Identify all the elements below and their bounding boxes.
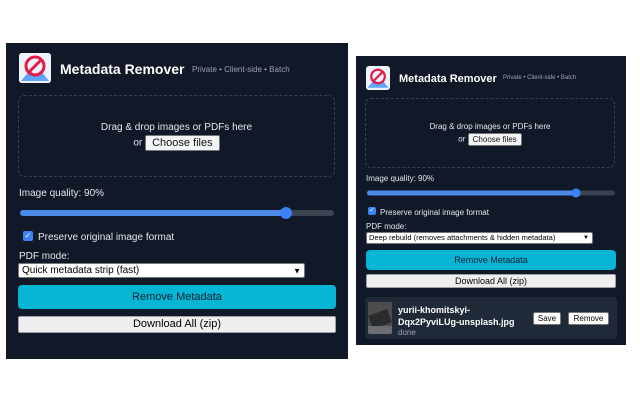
file-thumbnail bbox=[368, 302, 392, 334]
right-panel: Metadata Remover Private • Client-side •… bbox=[356, 56, 626, 345]
slider-thumb[interactable] bbox=[280, 207, 292, 219]
download-all-button[interactable]: Download All (zip) bbox=[366, 274, 616, 288]
file-name-line2: Dqx2PyviLUg-unsplash.jpg bbox=[398, 317, 515, 327]
preserve-format-checkbox[interactable]: ✓ bbox=[368, 207, 376, 215]
pdf-mode-selected: Deep rebuild (removes attachments & hidd… bbox=[369, 233, 556, 242]
drop-zone-text: Drag & drop images or PDFs here bbox=[100, 122, 253, 133]
pdf-mode-select[interactable]: Deep rebuild (removes attachments & hidd… bbox=[366, 232, 593, 244]
drop-zone[interactable]: Drag & drop images or PDFs here or Choos… bbox=[18, 95, 335, 177]
chevron-down-icon: ▼ bbox=[583, 235, 589, 241]
preserve-format-label: Preserve original image format bbox=[38, 232, 175, 243]
remove-file-button[interactable]: Remove bbox=[568, 312, 609, 325]
save-button[interactable]: Save bbox=[533, 312, 561, 325]
app-tagline: Private • Client-side • Batch bbox=[192, 65, 290, 74]
preserve-format-label: Preserve original image format bbox=[380, 208, 489, 217]
file-name: yurii-khomitskyi- Dqx2PyviLUg-unsplash.j… bbox=[398, 304, 515, 328]
image-quality-label: Image quality: 90% bbox=[366, 174, 435, 183]
drop-zone[interactable]: Drag & drop images or PDFs here or Choos… bbox=[365, 98, 615, 168]
image-quality-label: Image quality: 90% bbox=[19, 188, 105, 199]
drop-zone-text: Drag & drop images or PDFs here bbox=[429, 122, 551, 131]
file-name-line1: yurii-khomitskyi- bbox=[398, 305, 471, 315]
drop-zone-or: or bbox=[133, 137, 143, 149]
remove-metadata-button[interactable]: Remove Metadata bbox=[366, 250, 616, 270]
preserve-format-checkbox[interactable]: ✓ bbox=[23, 231, 33, 241]
file-status: done bbox=[398, 328, 416, 337]
remove-metadata-button[interactable]: Remove Metadata bbox=[18, 285, 336, 309]
pdf-mode-label: PDF mode: bbox=[19, 251, 70, 262]
pdf-mode-select[interactable]: Quick metadata strip (fast) ▼ bbox=[18, 263, 305, 278]
choose-files-button[interactable]: Choose files bbox=[467, 133, 522, 146]
pdf-mode-selected: Quick metadata strip (fast) bbox=[22, 265, 140, 276]
app-logo-icon bbox=[19, 53, 51, 83]
slider-thumb[interactable] bbox=[571, 188, 581, 198]
app-title: Metadata Remover bbox=[399, 73, 497, 85]
app-title: Metadata Remover bbox=[60, 61, 185, 77]
download-all-button[interactable]: Download All (zip) bbox=[18, 316, 336, 333]
pdf-mode-label: PDF mode: bbox=[366, 222, 407, 231]
app-tagline: Private • Client-side • Batch bbox=[503, 75, 577, 81]
drop-zone-choose-row: or Choose files bbox=[19, 135, 334, 151]
chevron-down-icon: ▼ bbox=[293, 266, 301, 275]
image-quality-slider[interactable] bbox=[367, 188, 615, 198]
file-item: yurii-khomitskyi- Dqx2PyviLUg-unsplash.j… bbox=[365, 297, 617, 339]
drop-zone-choose-row: or Choose files bbox=[366, 133, 614, 146]
app-logo-icon bbox=[366, 66, 390, 90]
slider-fill bbox=[20, 210, 286, 216]
choose-files-button[interactable]: Choose files bbox=[145, 135, 220, 151]
left-panel: Metadata Remover Private • Client-side •… bbox=[6, 43, 348, 359]
drop-zone-or: or bbox=[458, 134, 466, 144]
image-quality-slider[interactable] bbox=[20, 206, 334, 220]
slider-fill bbox=[367, 190, 576, 196]
